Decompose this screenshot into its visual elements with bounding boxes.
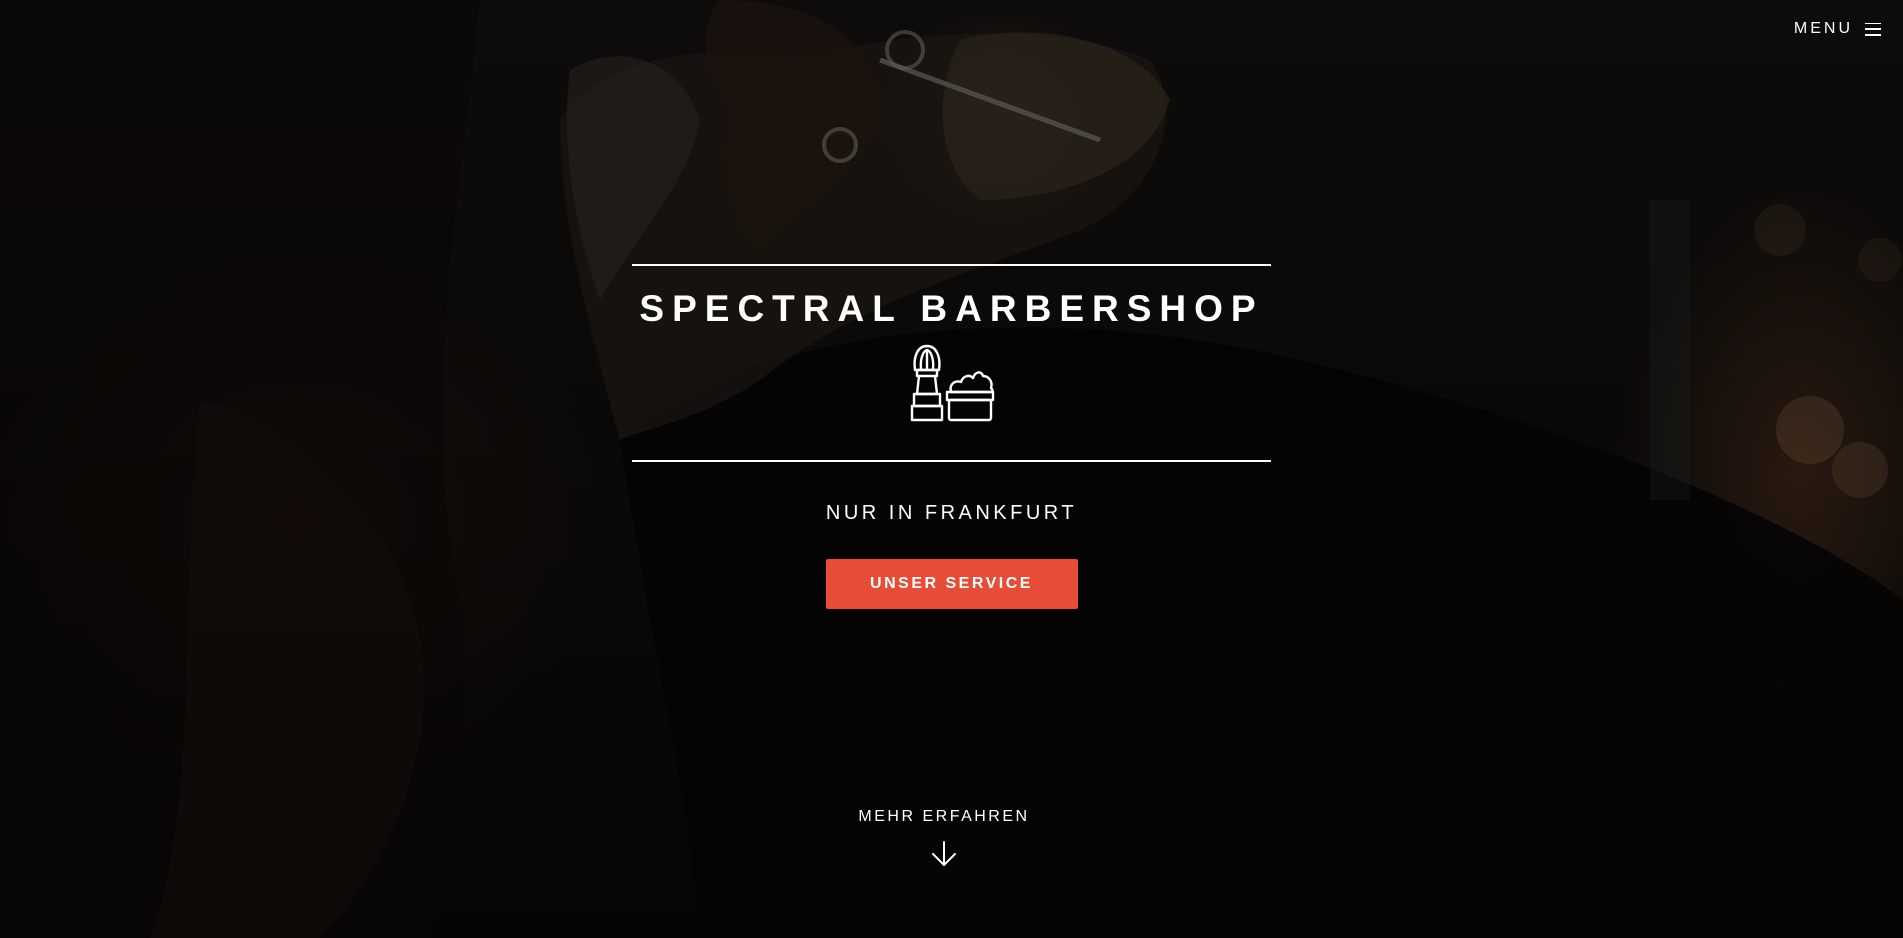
shaving-brush-and-cream-icon bbox=[632, 340, 1271, 426]
bottom-divider bbox=[632, 460, 1271, 462]
learn-more-link[interactable]: MEHR ERFAHREN bbox=[844, 808, 1044, 868]
learn-more-label: MEHR ERFAHREN bbox=[858, 808, 1030, 825]
hero-content: SPECTRAL BARBERSHOP NUR IN FRANKFURT UNS… bbox=[632, 264, 1271, 609]
hero-section: MENU SPECTRAL BARBERSHOP NUR IN FRANKFUR… bbox=[0, 0, 1903, 938]
top-divider bbox=[632, 264, 1271, 266]
hamburger-icon bbox=[1865, 22, 1881, 36]
menu-label: MENU bbox=[1793, 20, 1853, 37]
service-button[interactable]: UNSER SERVICE bbox=[825, 559, 1078, 609]
location-subtitle: NUR IN FRANKFURT bbox=[825, 502, 1078, 524]
site-title: SPECTRAL BARBERSHOP bbox=[639, 288, 1264, 329]
arrow-down-icon bbox=[844, 840, 1044, 868]
menu-button[interactable]: MENU bbox=[1794, 20, 1881, 38]
